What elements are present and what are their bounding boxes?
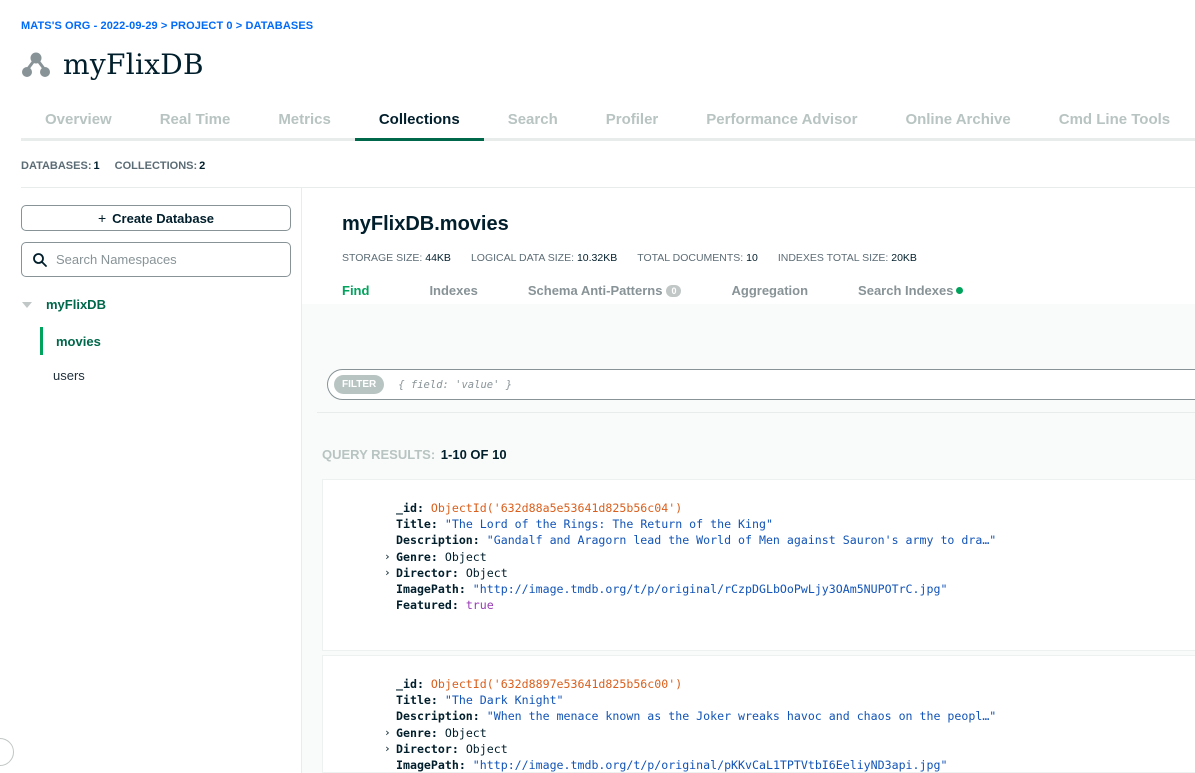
document-field-id: _id: ObjectId('632d8897e53641d825b56c00'… — [396, 677, 683, 691]
databases-count: 1 — [93, 160, 100, 172]
cluster-icon — [22, 52, 50, 77]
document-card[interactable]: _id: ObjectId('632d88a5e53641d825b56c04'… — [322, 479, 1195, 651]
indexes-total-size-stat: INDEXES TOTAL SIZE: 20KB — [777, 252, 917, 264]
create-database-button[interactable]: + Create Database — [21, 205, 291, 231]
caret-down-icon[interactable] — [22, 301, 32, 308]
total-documents-stat: TOTAL DOCUMENTS: 10 — [637, 252, 758, 264]
tab-overview[interactable]: Overview — [21, 104, 136, 138]
sidebar-collapse-handle[interactable] — [0, 738, 14, 766]
collection-subtabs: Find Indexes Schema Anti-Patterns 0 Aggr… — [342, 283, 1013, 298]
collections-count: 2 — [199, 160, 206, 172]
collections-count-label: COLLECTIONS: — [114, 160, 198, 172]
main-tabs: Overview Real Time Metrics Collections S… — [21, 104, 1195, 141]
chevron-right-icon[interactable]: › — [384, 549, 391, 565]
document-field-title: Title: "The Lord of the Rings: The Retur… — [396, 517, 773, 532]
document-card[interactable]: _id: ObjectId('632d8897e53641d825b56c00'… — [322, 655, 1195, 773]
database-stats: DATABASES: 1 COLLECTIONS: 2 — [21, 160, 217, 172]
document-field-genre[interactable]: › Genre: Object — [384, 549, 996, 565]
document-field-description: Description: "Gandalf and Aragorn lead t… — [396, 533, 997, 548]
document-field-title: Title: "The Dark Knight" — [396, 693, 564, 708]
storage-size-stat: STORAGE SIZE: 44KB — [342, 252, 451, 264]
create-database-label: Create Database — [112, 210, 215, 226]
filter-label: FILTER — [334, 375, 385, 394]
document-field-imagepath: ImagePath: "http://image.tmdb.org/t/p/or… — [396, 582, 948, 597]
tree-collection-users[interactable]: users — [40, 361, 85, 389]
breadcrumb-separator: > — [235, 20, 243, 32]
page-header: myFlixDB — [21, 48, 204, 81]
databases-count-label: DATABASES: — [21, 160, 92, 172]
document-field-imagepath: ImagePath: "http://image.tmdb.org/t/p/or… — [396, 758, 948, 773]
breadcrumb-org[interactable]: MATS'S ORG - 2022-09-29 — [21, 20, 158, 32]
collection-title: myFlixDB.movies — [342, 213, 509, 235]
breadcrumb-project[interactable]: PROJECT 0 — [171, 20, 233, 32]
document-field-director[interactable]: › Director: Object — [384, 741, 996, 757]
breadcrumb: MATS'S ORG - 2022-09-29 > PROJECT 0 > DA… — [21, 20, 313, 32]
tab-performance-advisor[interactable]: Performance Advisor — [682, 104, 881, 138]
breadcrumb-databases[interactable]: DATABASES — [245, 20, 313, 32]
anti-patterns-count-badge: 0 — [666, 284, 682, 297]
subtab-find[interactable]: Find — [342, 283, 369, 298]
document-field-description: Description: "When the menace known as t… — [396, 709, 997, 724]
plus-icon: + — [97, 210, 107, 226]
chevron-right-icon[interactable]: › — [384, 725, 391, 741]
logical-data-size-stat: LOGICAL DATA SIZE: 10.32KB — [470, 252, 618, 264]
chevron-right-icon[interactable]: › — [384, 565, 391, 581]
tree-database-myflixdb[interactable]: myFlixDB — [21, 297, 106, 312]
section-divider — [21, 187, 1195, 188]
filter-input[interactable]: { field: 'value' } — [398, 379, 512, 391]
document-field-id: _id: ObjectId('632d88a5e53641d825b56c04'… — [396, 501, 683, 515]
subtab-indexes[interactable]: Indexes — [429, 283, 477, 298]
subtab-aggregation[interactable]: Aggregation — [731, 283, 808, 298]
chevron-right-icon[interactable]: › — [384, 741, 391, 757]
tab-metrics[interactable]: Metrics — [254, 104, 355, 138]
tab-real-time[interactable]: Real Time — [136, 104, 255, 138]
status-dot-icon — [956, 287, 964, 294]
tab-collections[interactable]: Collections — [354, 104, 484, 141]
tab-search[interactable]: Search — [484, 104, 582, 138]
breadcrumb-separator: > — [160, 20, 168, 32]
query-results-count: QUERY RESULTS: 1-10 OF 10 — [322, 447, 507, 462]
filter-divider — [317, 412, 1195, 413]
subtab-search-indexes[interactable]: Search Indexes — [858, 283, 964, 298]
document-field-director[interactable]: › Director: Object — [384, 565, 996, 581]
document-field-genre[interactable]: › Genre: Object — [384, 725, 996, 741]
subtab-schema-anti-patterns[interactable]: Schema Anti-Patterns 0 — [528, 283, 682, 298]
tab-online-archive[interactable]: Online Archive — [881, 104, 1034, 138]
filter-bar[interactable]: FILTER { field: 'value' } — [327, 369, 1195, 400]
tree-database-label: myFlixDB — [46, 297, 106, 312]
search-icon — [33, 252, 47, 267]
tab-profiler[interactable]: Profiler — [582, 104, 683, 138]
page-title: myFlixDB — [63, 48, 204, 81]
tree-collection-movies[interactable]: movies — [40, 327, 101, 355]
namespace-search — [21, 242, 291, 277]
search-namespaces-input[interactable] — [56, 252, 276, 267]
collection-stats: STORAGE SIZE: 44KB LOGICAL DATA SIZE: 10… — [342, 252, 937, 264]
tab-cmd-line-tools[interactable]: Cmd Line Tools — [1035, 104, 1194, 138]
document-field-featured: Featured: true — [396, 598, 494, 613]
